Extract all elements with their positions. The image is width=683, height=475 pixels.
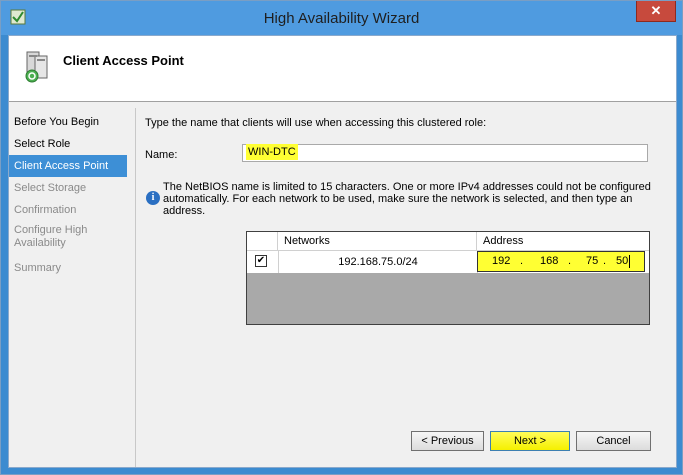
close-button[interactable]: ✕	[636, 1, 676, 22]
step-select-storage: Select Storage	[14, 182, 87, 194]
window-title: High Availability Wizard	[263, 10, 420, 27]
steps-divider	[135, 108, 136, 467]
page-title: Client Access Point	[63, 53, 184, 68]
close-icon: ✕	[650, 3, 662, 18]
ip-dot-1: .	[520, 255, 524, 267]
step-before-you-begin[interactable]: Before You Begin	[9, 111, 127, 133]
info-icon: i	[146, 191, 160, 205]
info-text: The NetBIOS name is limited to 15 charac…	[163, 181, 651, 217]
step-configure-high-availability: Configure High Availability	[14, 224, 88, 249]
ip-octet-3[interactable]: 75	[586, 255, 598, 267]
next-button[interactable]: Next >	[490, 431, 570, 451]
name-input[interactable]: WIN-DTC	[242, 144, 648, 162]
ip-octet-4[interactable]: 50	[616, 255, 628, 267]
step-confirmation: Confirmation	[14, 204, 77, 216]
instruction-text: Type the name that clients will use when…	[145, 117, 487, 129]
title-bar[interactable]: High Availability Wizard ✕	[1, 1, 682, 35]
cancel-button[interactable]: Cancel	[576, 431, 651, 451]
ip-address-input[interactable]: 192 . 168 . 75 . 50	[477, 251, 645, 272]
step-select-role[interactable]: Select Role	[9, 133, 127, 155]
table-row: ✔ 192.168.75.0/24 192 . 168 . 75 . 50	[247, 251, 649, 273]
ip-dot-3: .	[603, 255, 607, 267]
grid-header-networks[interactable]: Networks	[278, 232, 477, 250]
next-button-label: Next >	[513, 435, 547, 447]
text-caret	[629, 255, 630, 268]
wizard-steps: Before You Begin Select Role Client Acce…	[9, 111, 127, 279]
ip-octet-1[interactable]: 192	[492, 255, 510, 267]
grid-header: Networks Address	[247, 232, 649, 251]
name-input-value: WIN-DTC	[246, 144, 298, 160]
grid-header-select[interactable]	[247, 232, 278, 250]
ip-octet-2[interactable]: 168	[540, 255, 558, 267]
ip-dot-2: .	[568, 255, 572, 267]
name-label: Name:	[145, 149, 178, 161]
network-cell: 192.168.75.0/24	[278, 251, 478, 273]
cancel-button-label: Cancel	[596, 435, 631, 447]
wizard-client-area: Client Access Point Before You Begin Sel…	[8, 35, 677, 468]
grid-header-address[interactable]: Address	[477, 232, 649, 250]
network-checkbox[interactable]: ✔	[255, 255, 267, 267]
cluster-server-icon	[25, 51, 48, 83]
wizard-window: High Availability Wizard ✕ Client Access…	[0, 0, 683, 475]
previous-button-label: < Previous	[421, 435, 474, 447]
step-summary: Summary	[14, 262, 62, 274]
checkmark-icon: ✔	[256, 255, 266, 266]
previous-button[interactable]: < Previous	[411, 431, 484, 451]
wizard-header: Client Access Point	[9, 36, 676, 102]
step-client-access-point[interactable]: Client Access Point	[9, 155, 127, 177]
networks-grid: Networks Address ✔ 192.168.75.0/24 192 .…	[246, 231, 650, 325]
